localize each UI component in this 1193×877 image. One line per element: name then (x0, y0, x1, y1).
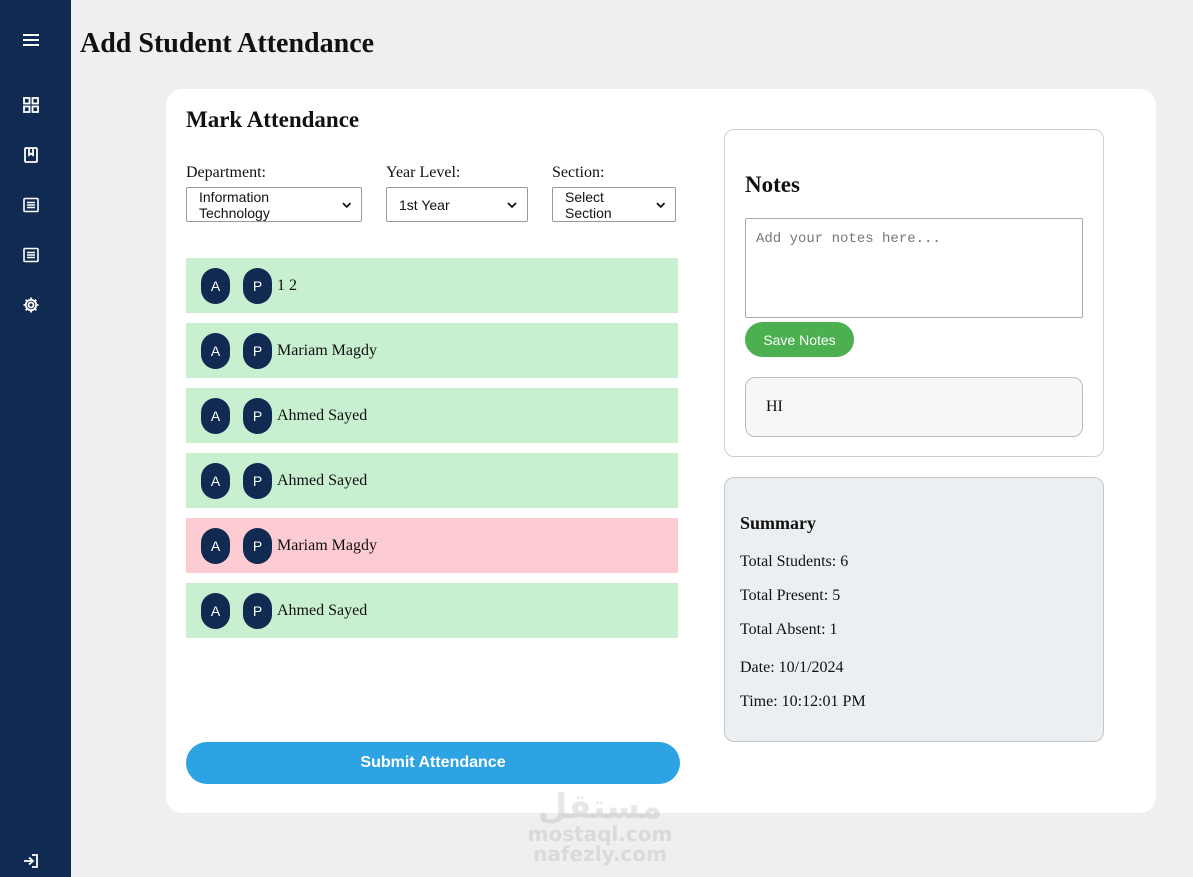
menu-icon[interactable] (20, 29, 42, 51)
present-button[interactable]: P (243, 592, 272, 629)
save-notes-button[interactable]: Save Notes (745, 322, 854, 357)
student-name: Ahmed Sayed (277, 406, 368, 424)
report-icon[interactable] (20, 244, 42, 266)
chevron-down-icon (655, 202, 665, 208)
year-level-select-value: 1st Year (399, 196, 450, 213)
chevron-down-icon (507, 201, 517, 208)
chevron-down-icon (341, 202, 351, 208)
student-row: A P Ahmed Sayed (186, 453, 678, 508)
total-absent: Total Absent: 1 (740, 621, 838, 638)
absent-button[interactable]: A (201, 527, 230, 564)
student-row: A P Ahmed Sayed (186, 583, 678, 638)
absent-button[interactable]: A (201, 462, 230, 499)
student-row: A P Ahmed Sayed (186, 388, 678, 443)
department-label: Department: (186, 164, 266, 181)
watermark-logo-text: مستقل (537, 787, 663, 827)
book-icon[interactable] (20, 144, 42, 166)
present-button[interactable]: P (243, 462, 272, 499)
present-button[interactable]: P (243, 527, 272, 564)
summary-title: Summary (740, 513, 816, 533)
watermark-line-mostaql: mostaql.com (527, 822, 673, 846)
total-students: Total Students: 6 (740, 553, 849, 570)
mark-attendance-title: Mark Attendance (186, 107, 360, 132)
absent-button[interactable]: A (201, 592, 230, 629)
student-row: A P Mariam Magdy (186, 323, 678, 378)
sidebar (0, 0, 71, 877)
notes-textarea[interactable] (745, 218, 1083, 318)
gear-icon[interactable] (20, 294, 42, 316)
total-present: Total Present: 5 (740, 587, 841, 604)
watermark-line-nafezly: nafezly.com (533, 842, 667, 866)
student-name: Ahmed Sayed (277, 601, 368, 619)
year-level-select[interactable]: 1st Year (386, 187, 528, 222)
student-row: A P Mariam Magdy (186, 518, 678, 573)
saved-note: HI (745, 377, 1083, 437)
student-name: Ahmed Sayed (277, 471, 368, 489)
notes-panel: Notes Save Notes HI (724, 129, 1104, 457)
department-select[interactable]: Information Technology (186, 187, 362, 222)
dashboard-icon[interactable] (20, 94, 42, 116)
present-button[interactable]: P (243, 332, 272, 369)
summary-time: Time: 10:12:01 PM (740, 693, 866, 710)
present-button[interactable]: P (243, 267, 272, 304)
section-label: Section: (552, 164, 605, 181)
notes-title: Notes (745, 172, 800, 197)
absent-button[interactable]: A (201, 267, 230, 304)
list-icon[interactable] (20, 194, 42, 216)
summary-panel: Summary Total Students: 6 Total Present:… (724, 477, 1104, 742)
submit-attendance-button[interactable]: Submit Attendance (186, 742, 680, 784)
student-row: A P 1 2 (186, 258, 678, 313)
section-select[interactable]: Select Section (552, 187, 676, 222)
absent-button[interactable]: A (201, 332, 230, 369)
absent-button[interactable]: A (201, 397, 230, 434)
watermark: مستقل mostaql.com nafezly.com (520, 790, 680, 864)
student-name: Mariam Magdy (277, 536, 377, 554)
department-select-value: Information Technology (199, 188, 270, 221)
student-name: Mariam Magdy (277, 341, 377, 359)
page-title: Add Student Attendance (80, 28, 375, 59)
present-button[interactable]: P (243, 397, 272, 434)
year-level-label: Year Level: (386, 164, 461, 181)
attendance-card: Mark Attendance Department: Information … (166, 89, 1156, 813)
student-name: 1 2 (277, 276, 297, 294)
summary-date: Date: 10/1/2024 (740, 659, 844, 676)
section-select-value: Select Section (565, 188, 612, 221)
logout-icon[interactable] (20, 850, 42, 872)
